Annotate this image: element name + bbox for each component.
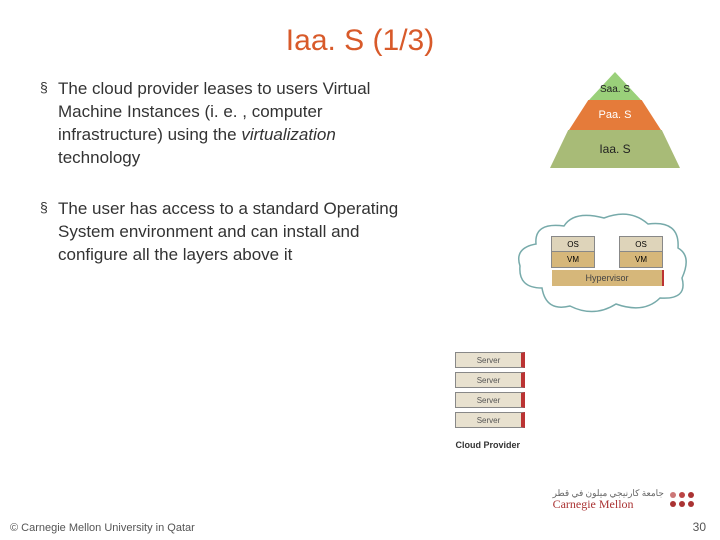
- vm-row: OS VM OS VM: [540, 236, 674, 268]
- server-stack: Server Server Server Server: [455, 352, 525, 428]
- logo: جامعة كارنيجي ميلون في قطر Carnegie Mell…: [553, 489, 694, 510]
- text-column: § The cloud provider leases to users Vir…: [40, 78, 417, 295]
- bullet-1: § The cloud provider leases to users Vir…: [40, 78, 417, 170]
- vm-box: VM: [620, 252, 662, 267]
- server-box: Server: [455, 412, 525, 428]
- server-box: Server: [455, 352, 525, 368]
- vm-stack: OS VM: [551, 236, 595, 268]
- logo-text: جامعة كارنيجي ميلون في قطر Carnegie Mell…: [553, 489, 664, 510]
- vm-box: VM: [552, 252, 594, 267]
- content-row: § The cloud provider leases to users Vir…: [0, 78, 720, 295]
- bullet-marker: §: [40, 198, 58, 267]
- pyramid-mid: Paa. S: [569, 100, 661, 130]
- bullet-text: The user has access to a standard Operat…: [58, 198, 417, 267]
- bullet-marker: §: [40, 78, 58, 170]
- os-box: OS: [620, 237, 662, 252]
- slide-title: Iaa. S (1/3): [0, 0, 720, 78]
- server-box: Server: [455, 372, 525, 388]
- pyramid-top-label: Saa. S: [600, 84, 630, 95]
- page-number: 30: [693, 520, 706, 534]
- logo-dots-icon: [670, 492, 694, 507]
- slide: Iaa. S (1/3) § The cloud provider leases…: [0, 0, 720, 540]
- cloud-diagram: OS VM OS VM Hypervisor: [512, 208, 692, 318]
- bullet-2: § The user has access to a standard Oper…: [40, 198, 417, 267]
- bullet-text: The cloud provider leases to users Virtu…: [58, 78, 417, 170]
- footer-copyright: © Carnegie Mellon University in Qatar: [10, 522, 195, 534]
- pyramid-diagram: Saa. S Paa. S Iaa. S: [550, 72, 680, 172]
- diagram-column: Saa. S Paa. S Iaa. S OS VM OS VM: [417, 78, 690, 295]
- pyramid-bot: Iaa. S: [550, 130, 680, 168]
- vm-stack: OS VM: [619, 236, 663, 268]
- hypervisor-box: Hypervisor: [552, 270, 664, 286]
- server-box: Server: [455, 392, 525, 408]
- cloud-provider-label: Cloud Provider: [455, 440, 520, 450]
- logo-english: Carnegie Mellon: [553, 498, 664, 510]
- os-box: OS: [552, 237, 594, 252]
